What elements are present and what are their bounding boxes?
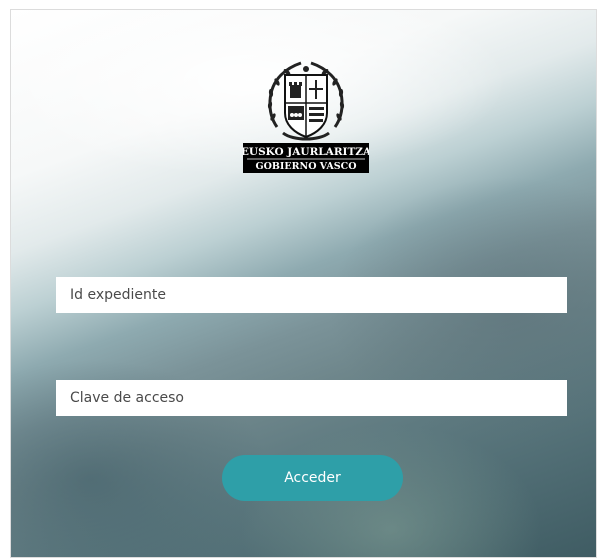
clave-acceso-input[interactable] [56, 380, 567, 416]
login-panel: EUSKO JAURLARITZA GOBIERNO VASCO Acceder [10, 9, 597, 558]
gobierno-vasco-logo: EUSKO JAURLARITZA GOBIERNO VASCO [243, 55, 369, 173]
id-expediente-input[interactable] [56, 277, 567, 313]
acceder-button[interactable]: Acceder [222, 455, 403, 501]
logo-line-2: GOBIERNO VASCO [256, 161, 357, 172]
logo-line-1: EUSKO JAURLARITZA [243, 146, 369, 158]
